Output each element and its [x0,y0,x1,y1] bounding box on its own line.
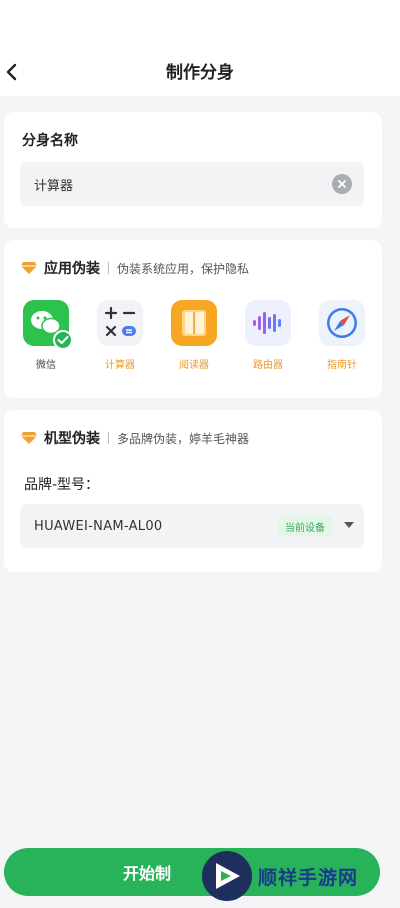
device-disguise-header: 机型伪装 多品牌伪装，婷羊毛神器 [20,428,249,448]
close-icon [338,180,346,188]
app-label: 路由器 [253,360,283,371]
router-icon [245,300,291,346]
reader-icon [171,300,217,346]
current-device-badge: 当前设备 [278,516,332,536]
compass-icon [319,300,365,346]
app-disguise-title: 应用伪装 [44,261,100,277]
clear-button[interactable] [332,174,352,194]
app-option-calculator[interactable]: 计算器 [88,300,152,371]
app-option-router[interactable]: 路由器 [236,300,300,371]
app-disguise-description: 伪装系统应用，保护隐私 [117,261,250,276]
app-option-compass[interactable]: 指南针 [310,300,374,371]
app-label: 指南针 [327,360,357,371]
diamond-icon [21,432,37,444]
page-title: 制作分身 [166,63,234,83]
divider [108,432,109,444]
app-disguise-header: 应用伪装 伪装系统应用，保护隐私 [20,258,249,278]
caret-down-icon [344,522,354,528]
divider [108,262,109,274]
name-section-label: 分身名称 [22,133,78,149]
watermark: 顺祥手游网 [200,848,396,904]
start-button-label: 开始制 [122,864,171,883]
name-card: 分身名称 [4,112,382,228]
app-label: 微信 [36,360,56,371]
selected-device: HUAWEI-NAM-AL00 [34,518,163,534]
diamond-icon [21,262,37,274]
calculator-icon [97,300,143,346]
watermark-text: 顺祥手游网 [258,866,359,889]
brand-model-label: 品牌-型号： [24,477,100,493]
device-disguise-card: 机型伪装 多品牌伪装，婷羊毛神器 品牌-型号： HUAWEI-NAM-AL00 … [4,410,382,572]
name-input[interactable] [34,176,314,192]
device-disguise-description: 多品牌伪装，婷羊毛神器 [117,431,250,446]
app-label: 阅读器 [179,360,209,371]
app-list: 微信 计算器 阅读器 路由器 指南针 [14,300,374,384]
wechat-icon [23,300,73,350]
app-disguise-card: 应用伪装 伪装系统应用，保护隐私 微信 计算器 阅读器 路由器 指南针 [4,240,382,398]
top-bar: 制作分身 [0,0,400,96]
device-select[interactable]: HUAWEI-NAM-AL00 当前设备 [20,504,364,548]
watermark-logo-icon [202,851,252,901]
app-label: 计算器 [105,360,135,371]
check-circle-icon [53,330,73,350]
name-input-box[interactable] [20,162,364,206]
device-disguise-title: 机型伪装 [44,431,100,447]
app-option-wechat[interactable]: 微信 [14,300,78,371]
app-option-reader[interactable]: 阅读器 [162,300,226,371]
